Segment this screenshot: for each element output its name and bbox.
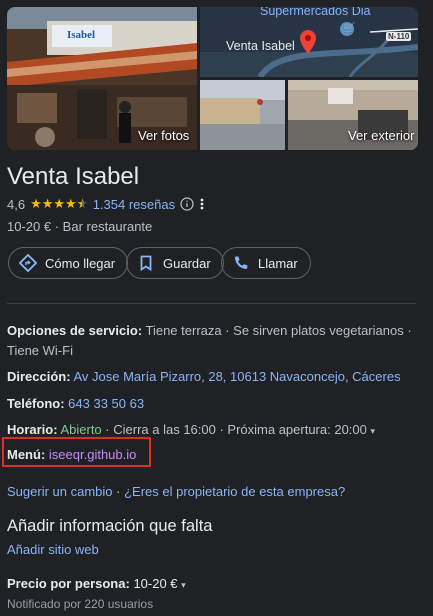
photo-gallery: Isabel Ver fotos Supermercados Dia 🛒 Ven… <box>7 7 418 150</box>
price-per-person-row: Precio por persona: 10-20 € ▾ <box>7 574 417 595</box>
street-photo-1[interactable] <box>200 80 285 150</box>
suggest-edit-link[interactable]: Sugerir un cambio <box>7 484 113 499</box>
street-image <box>200 80 285 150</box>
call-button[interactable]: Llamar <box>221 247 311 279</box>
price-category-row: 10-20 € · Bar restaurante <box>7 219 153 234</box>
price-level: 10-20 € <box>7 219 52 234</box>
rating-value: 4,6 <box>7 196 26 212</box>
address-row: Dirección: Av Jose María Pizarro, 28, 10… <box>7 367 417 387</box>
menu-label: Menú: <box>7 447 46 462</box>
price-per-person-label: Precio por persona: <box>7 576 130 591</box>
sign-text: Isabel <box>67 29 96 41</box>
directions-button[interactable]: Cómo llegar <box>8 247 129 279</box>
stars-icon: ★★★★★★ <box>30 196 88 211</box>
hours-detail[interactable]: · Cierra a las 16:00 · Próxima apertura:… <box>105 422 367 437</box>
view-photos-label[interactable]: Ver fotos <box>138 128 189 143</box>
location-pin-icon <box>300 30 316 54</box>
edit-links-row: Sugerir un cambio · ¿Eres el propietario… <box>7 484 346 499</box>
view-exterior-label[interactable]: Ver exterior <box>348 128 414 143</box>
road-badge: N-110 <box>386 32 412 41</box>
add-website-row: Añadir sitio web <box>7 540 417 560</box>
phone-row: Teléfono: 643 33 50 63 <box>7 394 417 414</box>
rating-row: 4,6 ★★★★★★ 1.354 reseñas <box>7 196 205 212</box>
shopping-cart-icon: 🛒 <box>343 23 356 34</box>
chevron-down-icon[interactable]: ▾ <box>371 426 376 436</box>
map-poi-label: Supermercados Dia <box>260 7 371 18</box>
service-options: Opciones de servicio: Tiene terraza · Se… <box>7 321 417 361</box>
map-place-label: Venta Isabel <box>226 39 295 53</box>
exterior-photo[interactable]: Ver exterior <box>288 80 418 150</box>
info-icon[interactable] <box>180 197 194 211</box>
directions-icon <box>19 254 37 272</box>
phone-icon <box>235 256 248 269</box>
divider <box>7 303 416 304</box>
directions-label: Cómo llegar <box>45 255 116 271</box>
price-per-person-value[interactable]: 10-20 € <box>133 576 177 591</box>
bookmark-icon <box>140 255 152 272</box>
phone-label: Teléfono: <box>7 396 65 411</box>
add-website-link[interactable]: Añadir sitio web <box>7 542 99 557</box>
call-label: Llamar <box>258 255 298 271</box>
more-options-icon[interactable] <box>199 197 205 211</box>
missing-info-title: Añadir información que falta <box>7 517 213 535</box>
save-button[interactable]: Guardar <box>126 247 224 279</box>
address-label: Dirección: <box>7 369 71 384</box>
save-label: Guardar <box>163 255 211 271</box>
price-note: Notificado por 220 usuarios <box>7 597 154 611</box>
chevron-down-icon[interactable]: ▾ <box>181 580 186 590</box>
place-title: Venta Isabel <box>7 163 140 190</box>
map-thumbnail[interactable]: Supermercados Dia 🛒 Venta Isabel N-110 <box>200 7 418 77</box>
claim-business-link[interactable]: ¿Eres el propietario de esta empresa? <box>124 484 345 499</box>
hours-label: Horario: <box>7 422 58 437</box>
phone-link[interactable]: 643 33 50 63 <box>68 396 144 411</box>
main-photo[interactable]: Isabel Ver fotos <box>7 7 197 150</box>
service-options-label: Opciones de servicio: <box>7 323 143 338</box>
hours-status: Abierto <box>60 422 102 437</box>
address-link[interactable]: Av Jose María Pizarro, 28, 10613 Navacon… <box>73 369 400 384</box>
reviews-link[interactable]: 1.354 reseñas <box>93 197 175 212</box>
menu-row: Menú: iseeqr.github.io <box>7 445 417 465</box>
menu-link[interactable]: iseeqr.github.io <box>49 447 136 462</box>
category: Bar restaurante <box>62 219 153 234</box>
